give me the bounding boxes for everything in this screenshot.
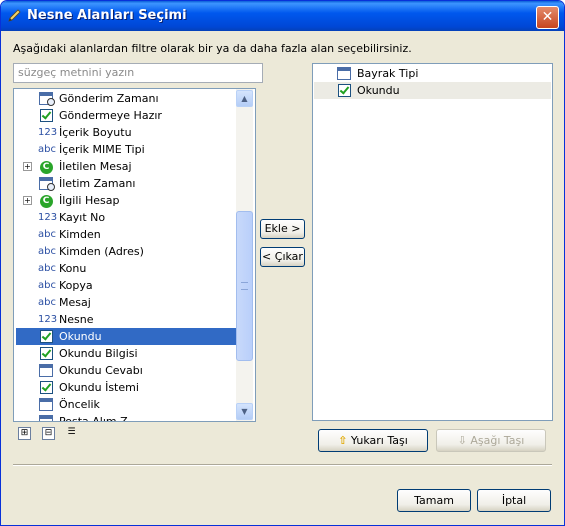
field-row[interactable]: Okundu Cevabı [16,362,236,379]
field-label: İletim Zamanı [59,177,136,190]
field-label: Kimden (Adres) [59,245,144,258]
field-row[interactable]: + C İlgili Hesap [16,192,236,209]
arrow-down-icon: ⇩ [457,434,467,447]
field-label: Gönderim Zamanı [59,92,159,105]
field-label: Okundu Cevabı [59,364,143,377]
text-icon: abc [38,246,56,257]
arrow-up-icon: ⇧ [338,434,348,447]
field-row[interactable]: 123 Kayıt No [16,209,236,226]
calendar-icon [38,397,54,412]
object-icon: C [38,193,54,208]
dialog-window: Nesne Alanları Seçimi ✕ Aşağıdaki alanla… [0,0,565,526]
field-row[interactable]: Posta Alım Z... [16,413,236,422]
number-icon: 123 [38,212,58,223]
field-label: İletilen Mesaj [59,160,132,173]
field-row[interactable]: Öncelik [16,396,236,413]
window-title: Nesne Alanları Seçimi [27,8,187,23]
text-icon: abc [38,297,56,308]
number-icon: 123 [38,314,58,325]
field-label: İlgili Hesap [59,194,120,207]
checkbox-icon [38,380,54,395]
field-label: Göndermeye Hazır [59,109,162,122]
field-row[interactable]: abc İçerik MIME Tipi [16,141,236,158]
text-icon: abc [38,263,56,274]
calendar-icon [336,66,352,81]
move-down-label: Aşağı Taşı [470,434,525,447]
calendar-clock-icon [38,414,54,421]
field-label: Kopya [59,279,93,292]
move-down-button[interactable]: ⇩ Aşağı Taşı [436,429,546,452]
checkbox-icon [38,346,54,361]
selected-field-row[interactable]: Okundu [314,82,551,99]
field-label: Posta Alım Z... [59,415,139,422]
expand-all-icon[interactable]: ⊞ [18,427,31,440]
scroll-thumb[interactable] [236,211,253,361]
expand-icon[interactable]: + [23,196,32,205]
pencil-icon [8,9,21,22]
filter-input[interactable]: süzgeç metnini yazın [13,63,263,83]
calendar-clock-icon [38,176,55,191]
field-row[interactable]: abc Konu [16,260,236,277]
field-row[interactable]: Gönderim Zamanı [16,90,236,107]
field-row[interactable]: Okundu İstemi [16,379,236,396]
field-row[interactable]: abc Kimden (Adres) [16,243,236,260]
scroll-up-button[interactable]: ▲ [236,90,253,107]
text-icon: abc [38,280,56,291]
expand-icon[interactable]: + [23,162,32,171]
selected-field-label: Bayrak Tipi [357,67,419,80]
field-label: Okundu [59,330,102,343]
calendar-icon [38,363,54,378]
field-label: Mesaj [59,296,91,309]
checkbox-icon [38,329,54,344]
checkbox-icon [336,83,352,98]
field-label: Öncelik [59,398,100,411]
number-icon: 123 [38,127,58,138]
field-row[interactable]: 123 Nesne [16,311,236,328]
selected-fields-list[interactable]: Bayrak Tipi Okundu [312,63,553,421]
ok-button[interactable]: Tamam [397,489,471,512]
move-up-button[interactable]: ⇧ Yukarı Taşı [318,429,428,452]
grip-icon [241,282,248,290]
text-icon: abc [38,144,56,155]
field-label: İçerik Boyutu [59,126,132,139]
selected-field-label: Okundu [357,84,400,97]
field-label: Okundu İstemi [59,381,139,394]
add-button[interactable]: Ekle > [260,219,305,239]
text-icon: abc [38,229,56,240]
field-row[interactable]: Okundu Bilgisi [16,345,236,362]
available-fields-list[interactable]: Posta Alım Z... Öncelik Okundu İstemi Okund… [13,88,256,422]
move-up-label: Yukarı Taşı [350,434,408,447]
field-row[interactable]: İletim Zamanı [16,175,236,192]
field-label: Kimden [59,228,101,241]
object-icon: C [38,159,54,174]
title-bar[interactable]: Nesne Alanları Seçimi ✕ [1,1,564,31]
list-view-icon[interactable]: ☰ [66,427,77,438]
field-label: Nesne [59,313,94,326]
scroll-down-button[interactable]: ▼ [236,403,253,420]
field-label: İçerik MIME Tipi [59,143,145,156]
separator [13,464,552,466]
field-row[interactable]: + C İletilen Mesaj [16,158,236,175]
checkbox-icon [38,108,54,123]
field-row[interactable]: abc Mesaj [16,294,236,311]
field-row[interactable]: Göndermeye Hazır [16,107,236,124]
field-label: Okundu Bilgisi [59,347,138,360]
vertical-scrollbar[interactable]: ▲ ▼ [236,89,253,421]
field-row[interactable]: abc Kopya [16,277,236,294]
field-label: Kayıt No [59,211,106,224]
field-row[interactable]: abc Kimden [16,226,236,243]
field-row[interactable]: 123 İçerik Boyutu [16,124,236,141]
instructions-text: Aşağıdaki alanlardan filtre olarak bir y… [13,42,412,55]
filter-placeholder: süzgeç metnini yazın [18,66,135,79]
collapse-all-icon[interactable]: ⊟ [42,427,55,440]
field-row[interactable]: Okundu [16,328,236,345]
close-button[interactable]: ✕ [536,6,559,29]
calendar-clock-icon [38,91,55,106]
selected-field-row[interactable]: Bayrak Tipi [314,65,551,82]
field-label: Konu [59,262,87,275]
cancel-button[interactable]: İptal [477,489,551,512]
remove-button[interactable]: < Çıkar [260,247,305,267]
